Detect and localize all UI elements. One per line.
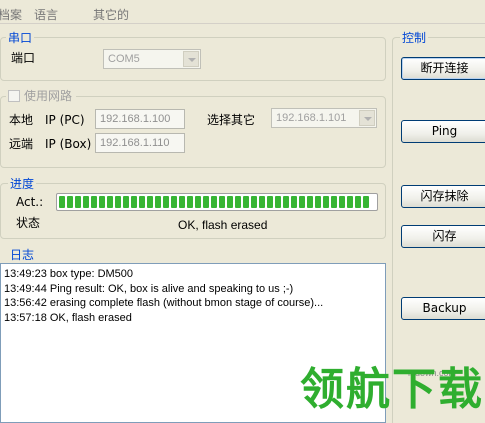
progress-segment: [171, 196, 177, 208]
progress-segment: [123, 196, 129, 208]
progress-segment: [187, 196, 193, 208]
progress-segment: [227, 196, 233, 208]
remote-ip-label: IP (Box): [45, 137, 92, 151]
progress-bar: [56, 193, 378, 211]
progress-segment: [267, 196, 273, 208]
progress-segment: [107, 196, 113, 208]
progress-segment: [115, 196, 121, 208]
remote-label: 远端: [9, 137, 34, 151]
menu-language[interactable]: 语言: [34, 6, 58, 23]
progress-segment: [347, 196, 353, 208]
disconnect-button[interactable]: 断开连接: [401, 57, 485, 80]
remote-ip-field[interactable]: 192.168.1.110: [95, 133, 185, 153]
progress-segment: [195, 196, 201, 208]
progress-segment: [83, 196, 89, 208]
progress-segment: [315, 196, 321, 208]
act-label: Act.:: [16, 195, 44, 209]
use-network-checkbox[interactable]: [8, 90, 20, 102]
control-group-title: 控制: [400, 31, 429, 45]
progress-segment: [283, 196, 289, 208]
ping-button[interactable]: Ping: [401, 120, 485, 143]
log-line: 13:56:42 erasing complete flash (without…: [4, 297, 324, 309]
watermark-logo: 领航下载: [300, 364, 484, 415]
select-other-combo[interactable]: 192.168.1.101: [271, 108, 377, 128]
backup-button[interactable]: Backup: [401, 297, 485, 320]
local-ip-field[interactable]: 192.168.1.100: [95, 109, 185, 129]
progress-segment: [67, 196, 73, 208]
status-label: 状态: [16, 216, 41, 230]
chevron-down-icon[interactable]: [183, 51, 199, 67]
progress-segment: [307, 196, 313, 208]
local-label: 本地: [9, 113, 34, 127]
progress-segment: [291, 196, 297, 208]
menu-bar: 档案 语言 其它的: [0, 0, 485, 24]
menu-other[interactable]: 其它的: [93, 6, 129, 23]
progress-segment: [139, 196, 145, 208]
network-group: [0, 96, 386, 168]
log-line: 13:49:44 Ping result: OK, box is alive a…: [4, 282, 294, 295]
progress-segment: [331, 196, 337, 208]
progress-segment: [235, 196, 241, 208]
progress-segment: [155, 196, 161, 208]
menu-file[interactable]: 档案: [0, 6, 22, 23]
progress-segment: [59, 196, 65, 208]
progress-segment: [163, 196, 169, 208]
port-label: 端口: [11, 51, 36, 65]
progress-segment: [131, 196, 137, 208]
use-network-row: 使用网路: [6, 89, 76, 103]
progress-segment: [275, 196, 281, 208]
progress-segment: [147, 196, 153, 208]
progress-segment: [75, 196, 81, 208]
progress-segment: [179, 196, 185, 208]
progress-segment: [363, 196, 369, 208]
progress-segment: [323, 196, 329, 208]
progress-segment: [243, 196, 249, 208]
status-value: OK, flash erased: [178, 218, 268, 232]
progress-segment: [251, 196, 257, 208]
serial-group-title: 串口: [6, 31, 35, 45]
progress-bar-fill: [59, 196, 375, 208]
port-select-value: COM5: [108, 53, 140, 65]
progress-segment: [259, 196, 265, 208]
progress-segment: [211, 196, 217, 208]
log-title: 日志: [8, 248, 37, 262]
progress-segment: [99, 196, 105, 208]
chevron-down-icon[interactable]: [359, 110, 375, 126]
log-line: 13:57:18 OK, flash erased: [4, 311, 132, 324]
progress-segment: [355, 196, 361, 208]
progress-segment: [299, 196, 305, 208]
progress-segment: [219, 196, 225, 208]
flash-button[interactable]: 闪存: [401, 225, 485, 248]
progress-segment: [203, 196, 209, 208]
erase-flash-button[interactable]: 闪存抹除: [401, 185, 485, 208]
select-other-value: 192.168.1.101: [276, 112, 347, 124]
port-select[interactable]: COM5: [103, 49, 201, 69]
select-other-label: 选择其它: [207, 113, 256, 127]
progress-segment: [339, 196, 345, 208]
progress-group-title: 进度: [8, 177, 37, 191]
log-line: 13:49:23 box type: DM500: [4, 268, 134, 280]
progress-segment: [91, 196, 97, 208]
local-ip-label: IP (PC): [45, 113, 85, 127]
use-network-label: 使用网路: [24, 89, 73, 103]
